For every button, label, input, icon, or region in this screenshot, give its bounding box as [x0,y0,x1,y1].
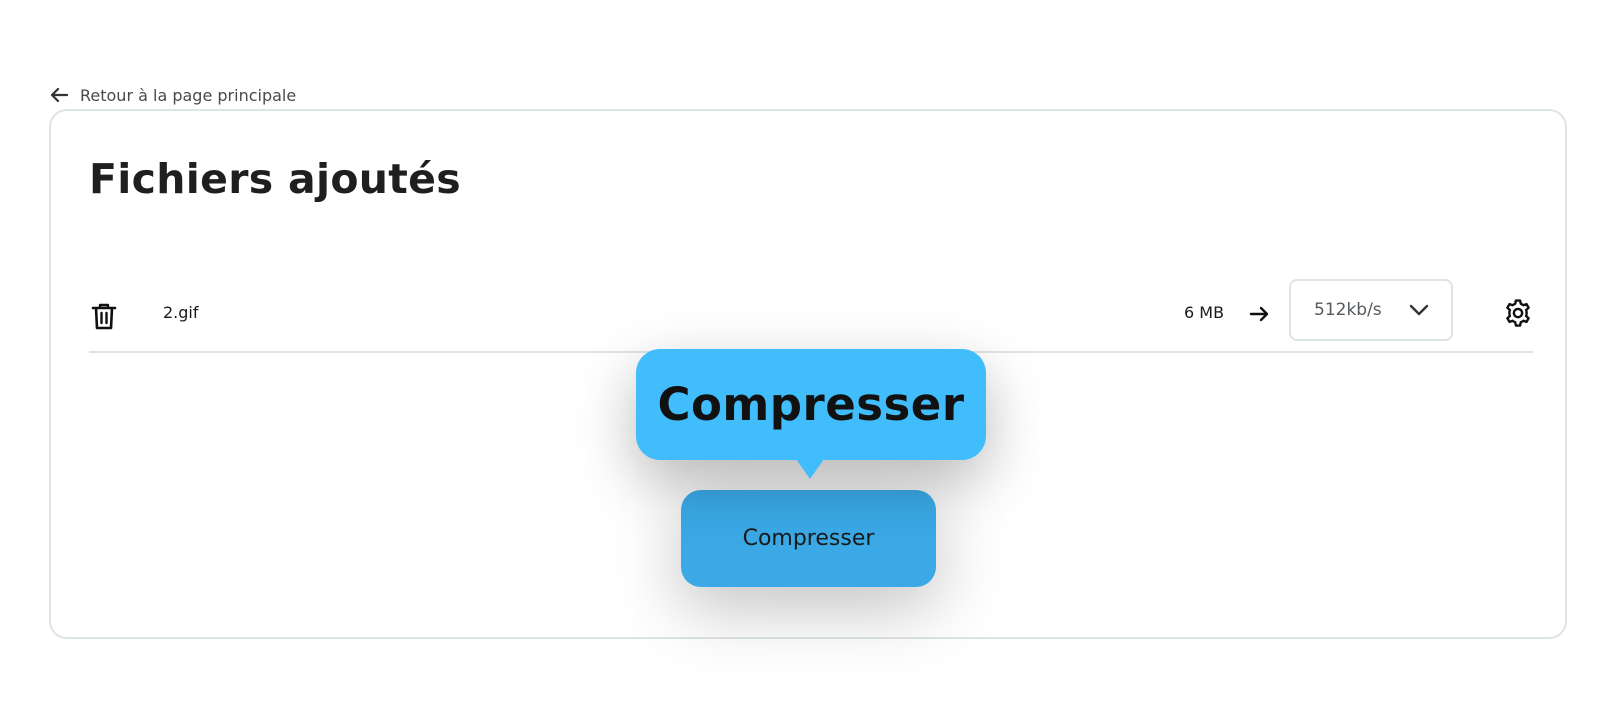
file-row: 2.gif 6 MB 512kb/s [89,279,1533,353]
page-title: Fichiers ajoutés [89,155,461,203]
bitrate-select[interactable]: 512kb/s [1289,279,1453,341]
gear-icon[interactable] [1503,298,1533,328]
arrow-left-icon [50,87,68,103]
bitrate-value: 512kb/s [1314,300,1382,320]
back-link-label: Retour à la page principale [80,85,297,105]
tooltip-pointer [796,459,824,479]
compress-button[interactable]: Compresser [681,490,936,587]
trash-icon[interactable] [89,301,119,331]
back-link[interactable]: Retour à la page principale [50,83,296,107]
arrow-right-icon [1248,303,1270,325]
compress-tooltip: Compresser [636,349,986,460]
file-size: 6 MB [1184,303,1225,322]
file-name: 2.gif [163,303,199,322]
chevron-down-icon [1409,304,1429,316]
